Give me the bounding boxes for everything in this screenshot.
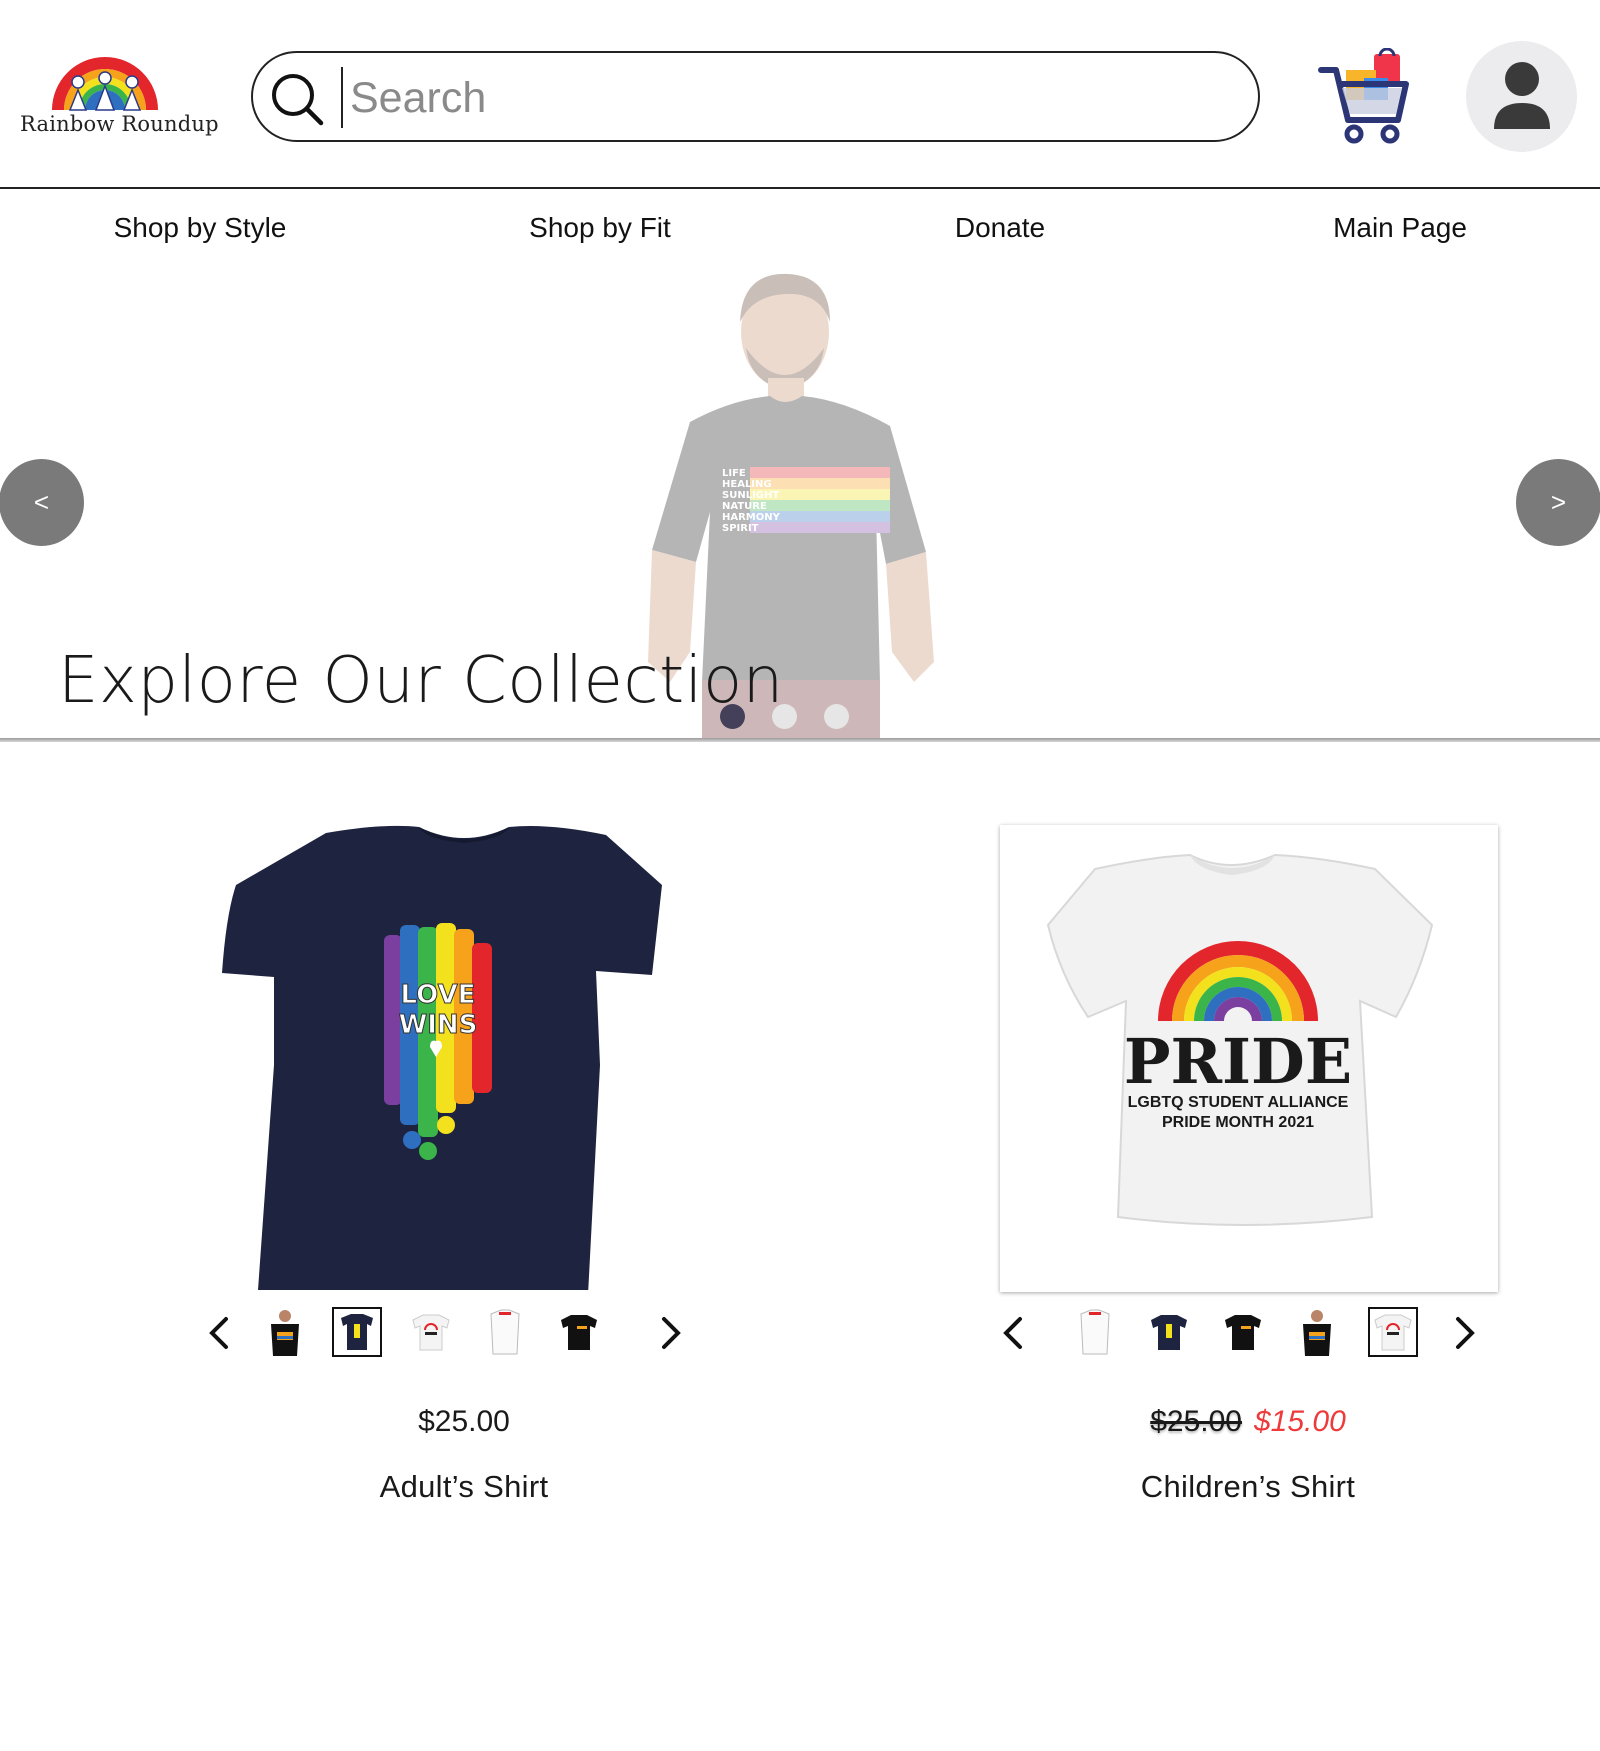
thumbnail-5[interactable]	[554, 1307, 604, 1357]
thumbnail-black-shirt	[1225, 1315, 1261, 1350]
carousel-dot-3[interactable]	[824, 704, 849, 729]
price-row: $25.00 $15.00	[998, 1405, 1498, 1439]
thumbnail-navy-shirt	[341, 1314, 373, 1350]
thumbnail-3[interactable]	[1218, 1307, 1268, 1357]
shopping-cart-icon	[1318, 47, 1409, 144]
carousel-next-button[interactable]: >	[1516, 459, 1600, 546]
main-nav: Shop by Style Shop by Fit Donate Main Pa…	[0, 190, 1600, 266]
thumbnail-white-pride-shirt	[1374, 1314, 1412, 1351]
chevron-left-icon[interactable]	[998, 1313, 1028, 1353]
search-bar[interactable]	[251, 51, 1260, 142]
nav-shop-by-style[interactable]: Shop by Style	[0, 190, 400, 266]
thumbnail-4[interactable]	[1292, 1307, 1342, 1357]
carousel-prev-button[interactable]: <	[0, 459, 84, 546]
thumbnail-strip	[988, 1303, 1488, 1363]
hero-shirt-word: HARMONY	[722, 512, 781, 523]
thumbnail-white-shirt	[1080, 1309, 1110, 1355]
chevron-right-icon[interactable]	[656, 1313, 686, 1353]
hero-shirt-word: SPIRIT	[722, 523, 759, 534]
thumbnail-1[interactable]	[260, 1307, 310, 1357]
cart-button[interactable]	[1318, 47, 1412, 146]
thumbnail-black-shirt	[561, 1315, 597, 1350]
hero-carousel: LIFE HEALING SUNLIGHT NATURE HARMONY SPI…	[0, 262, 1600, 740]
search-input[interactable]	[350, 67, 1230, 129]
thumbnail-4[interactable]	[480, 1307, 530, 1357]
hero-shirt-word: LIFE	[722, 468, 746, 479]
shirt-text-pride-month: PRIDE MONTH 2021	[1162, 1114, 1314, 1131]
search-icon[interactable]	[269, 71, 325, 127]
brand-logo[interactable]: Rainbow Roundup	[18, 52, 219, 142]
thumbnail-3[interactable]	[406, 1307, 456, 1357]
original-price: $25.00	[1150, 1405, 1242, 1438]
thumbnail-strip	[204, 1303, 704, 1363]
hero-title: Explore Our Collection	[58, 644, 784, 718]
shirt-text-alliance: LGBTQ STUDENT ALLIANCE	[1128, 1094, 1349, 1111]
shirt-text-pride: PRIDE	[1124, 1025, 1352, 1098]
product-name[interactable]: Adult’s Shirt	[214, 1469, 714, 1505]
hero-shirt-word: SUNLIGHT	[722, 490, 779, 501]
product-image-pride-shirt[interactable]: PRIDE LGBTQ STUDENT ALLIANCE PRIDE MONTH…	[1000, 825, 1498, 1292]
header-divider	[0, 187, 1600, 189]
thumbnail-5[interactable]	[1368, 1307, 1418, 1357]
nav-shop-by-fit[interactable]: Shop by Fit	[400, 190, 800, 266]
thumbnail-man-black-shirt	[271, 1310, 299, 1356]
thumbnail-1[interactable]	[1070, 1307, 1120, 1357]
user-icon	[1494, 62, 1550, 129]
nav-main-page[interactable]: Main Page	[1200, 190, 1600, 266]
nav-donate[interactable]: Donate	[800, 190, 1200, 266]
carousel-dot-1[interactable]	[720, 704, 745, 729]
carousel-indicators	[720, 704, 849, 729]
thumbnail-white-pride-shirt	[412, 1314, 450, 1351]
thumbnail-white-shirt	[490, 1309, 520, 1355]
product-image-love-wins-shirt[interactable]: LOVE WINS	[214, 825, 714, 1290]
text-caret	[341, 67, 343, 128]
hero-shirt-word: HEALING	[722, 479, 772, 490]
shirt-text-love: LOVE	[401, 980, 476, 1010]
rainbow-logo-icon	[52, 57, 158, 111]
hero-shirt-word: NATURE	[722, 501, 767, 512]
thumbnail-man-black-shirt	[1303, 1310, 1331, 1356]
thumbnail-navy-shirt	[1151, 1315, 1187, 1350]
shirt-text-wins: WINS	[399, 1010, 478, 1040]
product-name[interactable]: Children’s Shirt	[998, 1469, 1498, 1505]
hero-divider	[0, 738, 1600, 742]
chevron-right-icon[interactable]	[1450, 1313, 1480, 1353]
user-account-button[interactable]	[1466, 41, 1577, 152]
carousel-dot-2[interactable]	[772, 704, 797, 729]
chevron-left-icon[interactable]	[204, 1313, 234, 1353]
price: $25.00	[418, 1405, 510, 1438]
sale-price: $15.00	[1254, 1405, 1346, 1438]
brand-name: Rainbow Roundup	[20, 112, 219, 136]
thumbnail-2[interactable]	[332, 1307, 382, 1357]
thumbnail-2[interactable]	[1144, 1307, 1194, 1357]
